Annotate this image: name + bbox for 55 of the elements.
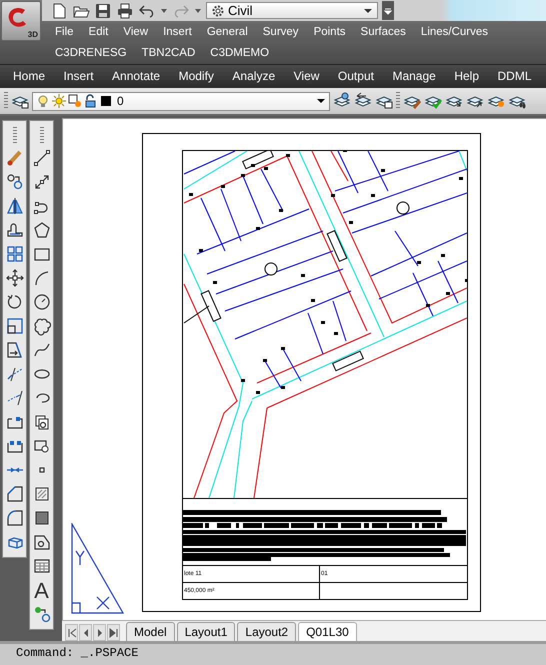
ribbon-tab[interactable]: Annotate	[104, 65, 168, 88]
ribbon-tab[interactable]: Help	[446, 65, 488, 88]
gear-icon	[211, 4, 225, 18]
mirror-icon[interactable]	[6, 197, 24, 217]
sun-icon	[52, 94, 66, 108]
print-icon[interactable]	[116, 2, 134, 20]
menu-item[interactable]: Insert	[158, 26, 197, 38]
layout-tab[interactable]: Q01L30	[298, 622, 357, 641]
menu-item[interactable]: File	[50, 26, 79, 38]
save-icon[interactable]	[94, 2, 112, 20]
last-tab-icon	[108, 626, 119, 640]
menu-item[interactable]: TBN2CAD	[136, 46, 200, 58]
menu-item[interactable]: Points	[308, 26, 351, 38]
add-selected-icon[interactable]	[32, 605, 50, 625]
color-swatch-icon	[100, 94, 112, 108]
ribbon-tab[interactable]: Modify	[170, 65, 222, 88]
ribbon-tab[interactable]: DDML	[490, 65, 540, 88]
menu-item[interactable]: Lines/Curves	[416, 26, 494, 38]
tab-scroll-button[interactable]	[93, 624, 106, 641]
ribbon-tab[interactable]: Output	[330, 65, 382, 88]
menu-item[interactable]: Surfaces	[356, 26, 411, 38]
revision-cloud-icon[interactable]	[32, 317, 50, 337]
menu-item[interactable]: General	[202, 26, 253, 38]
menu-item[interactable]: Survey	[258, 26, 304, 38]
customize-button[interactable]	[382, 1, 394, 20]
viewport-freeze-icon	[68, 94, 82, 108]
menu-item[interactable]: Edit	[84, 26, 114, 38]
ribbon-tab[interactable]: View	[286, 65, 328, 88]
ribbon-tab[interactable]: Manage	[384, 65, 444, 88]
lightbulb-icon	[36, 94, 50, 108]
version-label: 3D	[28, 30, 38, 39]
command-history-line: Command: _.PSPACE	[16, 645, 138, 662]
application-button[interactable]: 3D	[1, 1, 41, 41]
first-tab-icon	[66, 626, 77, 640]
tab-scroll-button[interactable]	[79, 624, 92, 641]
ribbon-tab[interactable]: Insert	[56, 65, 102, 88]
ucs-icon	[71, 523, 125, 615]
layer-dropdown[interactable]: 0	[32, 92, 330, 110]
caret-icon	[316, 96, 326, 106]
layout-tab[interactable]: Layout1	[176, 622, 236, 641]
workspace-dropdown[interactable]: Civil	[206, 2, 378, 19]
menu-item[interactable]: View	[118, 26, 154, 38]
padlock-icon	[84, 94, 98, 108]
tab-scroll-button[interactable]	[65, 624, 78, 641]
menu-item[interactable]: C3DRENESG	[50, 46, 132, 58]
tab-scroll-button[interactable]	[107, 624, 120, 641]
line-icon[interactable]	[32, 149, 50, 169]
layout-tab[interactable]: Model	[126, 622, 175, 641]
layout-tab[interactable]: Layout2	[237, 622, 296, 641]
menu-item[interactable]: C3DMEMO	[205, 46, 274, 58]
text-tool-button[interactable]: A	[34, 581, 49, 601]
ribbon-tab[interactable]: Analyze	[224, 65, 284, 88]
ribbon-tab[interactable]: Home	[5, 65, 54, 88]
move-icon[interactable]	[6, 269, 24, 289]
caret-icon	[384, 6, 392, 14]
